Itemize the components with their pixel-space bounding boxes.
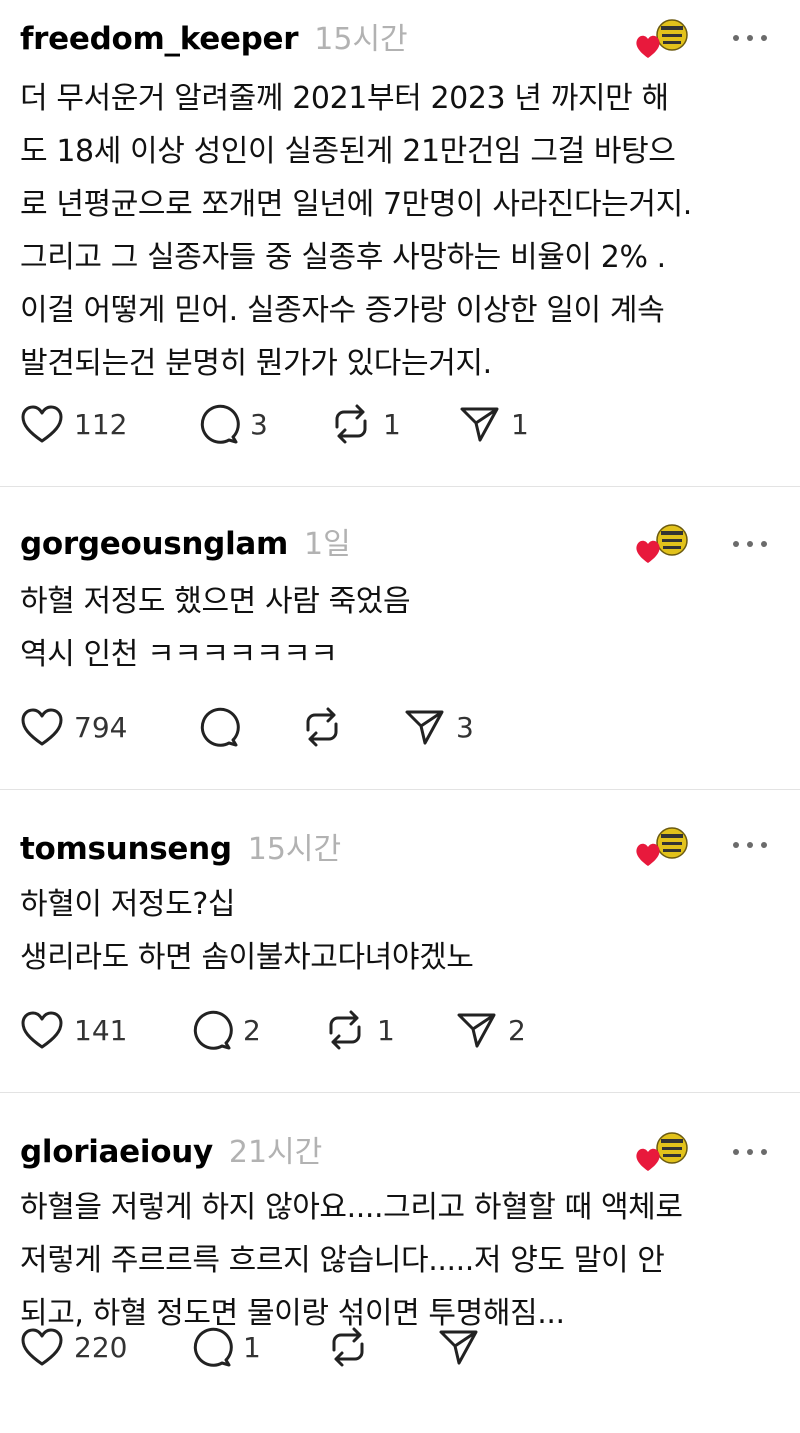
repost-button[interactable]: 1 <box>329 402 457 446</box>
liked-by-author-badge <box>636 19 688 58</box>
share-button[interactable]: 3 <box>402 705 474 749</box>
like-button[interactable]: 794 <box>20 707 196 747</box>
share-button[interactable] <box>436 1325 490 1369</box>
like-count: 141 <box>74 1013 128 1047</box>
liked-by-author-badge <box>636 827 688 866</box>
more-dots-icon <box>733 541 739 547</box>
username[interactable]: gloriaeiouy <box>20 1134 213 1170</box>
heart-outline-icon <box>21 1011 63 1049</box>
action-bar: 112 3 1 1 <box>20 402 529 446</box>
speech-bubble-icon <box>200 404 240 444</box>
post-header: gorgeousnglam 1일 <box>20 519 351 563</box>
repost-count: 1 <box>383 407 401 441</box>
share-button[interactable]: 1 <box>457 402 529 446</box>
reply-post[interactable]: gloriaeiouy 21시간 하혈을 저렇게 하지 않아요....그리고 하… <box>0 1093 800 1433</box>
repost-arrows-icon <box>329 1010 361 1050</box>
reply-button[interactable] <box>196 705 300 749</box>
post-header: freedom_keeper 15시간 <box>20 14 408 58</box>
timestamp: 15시간 <box>314 22 408 57</box>
reply-post[interactable]: gorgeousnglam 1일 하혈 저정도 했으면 사람 죽었음 역시 인천… <box>0 487 800 790</box>
reply-button[interactable]: 2 <box>189 1008 323 1052</box>
username[interactable]: gorgeousnglam <box>20 526 288 562</box>
more-dots-icon <box>733 1149 739 1155</box>
reply-count: 3 <box>250 407 268 441</box>
paper-plane-icon <box>457 1013 496 1048</box>
more-dots-icon <box>733 35 739 41</box>
share-count: 1 <box>511 407 529 441</box>
like-button[interactable]: 220 <box>20 1327 189 1367</box>
repost-arrows-icon <box>332 1327 364 1367</box>
paper-plane-icon <box>439 1330 478 1365</box>
username[interactable]: freedom_keeper <box>20 21 299 57</box>
paper-plane-icon <box>405 710 444 745</box>
repost-button[interactable]: 1 <box>323 1008 454 1052</box>
post-header: gloriaeiouy 21시간 <box>20 1127 322 1171</box>
like-count: 794 <box>74 710 128 744</box>
reply-button[interactable]: 3 <box>196 402 329 446</box>
reply-post[interactable]: freedom_keeper 15시간 더 무서운거 알려줄께 2021부터 2… <box>0 0 800 487</box>
action-bar: 141 2 1 2 <box>20 1008 526 1052</box>
repost-arrows-icon <box>335 404 367 444</box>
more-options-button[interactable] <box>733 539 767 549</box>
username[interactable]: tomsunseng <box>20 831 232 867</box>
like-button[interactable]: 141 <box>20 1010 189 1050</box>
more-options-button[interactable] <box>733 33 767 43</box>
speech-bubble-icon <box>193 1327 233 1367</box>
like-count: 220 <box>74 1330 128 1364</box>
speech-bubble-icon <box>193 1010 233 1050</box>
more-options-button[interactable] <box>733 1147 767 1157</box>
repost-button[interactable] <box>300 705 402 749</box>
more-dots-icon <box>733 842 739 848</box>
liked-by-author-badge <box>636 1132 688 1171</box>
share-button[interactable]: 2 <box>454 1008 526 1052</box>
reply-count: 2 <box>243 1013 261 1047</box>
more-options-button[interactable] <box>733 840 767 850</box>
reply-count: 1 <box>243 1330 261 1364</box>
reply-button[interactable]: 1 <box>189 1325 326 1369</box>
repost-count: 1 <box>377 1013 395 1047</box>
like-count: 112 <box>74 407 128 441</box>
action-bar: 794 3 <box>20 705 474 749</box>
reply-post[interactable]: tomsunseng 15시간 하혈이 저정도?십 생리라도 하면 솜이불차고다… <box>0 790 800 1093</box>
thread-feed: freedom_keeper 15시간 더 무서운거 알려줄께 2021부터 2… <box>0 0 800 1433</box>
post-header: tomsunseng 15시간 <box>20 824 341 868</box>
heart-outline-icon <box>21 708 63 746</box>
heart-outline-icon <box>21 1328 63 1366</box>
like-button[interactable]: 112 <box>20 404 196 444</box>
post-text: 더 무서운거 알려줄께 2021부터 2023 년 까지만 해 도 18세 이상… <box>20 81 692 381</box>
action-bar: 220 1 <box>20 1325 490 1369</box>
timestamp: 21시간 <box>228 1135 323 1170</box>
post-text: 하혈을 저렇게 하지 않아요....그리고 하혈할 때 액체로 저렇게 주르르륵… <box>20 1190 683 1331</box>
repost-arrows-icon <box>306 707 338 747</box>
liked-by-author-badge <box>636 524 688 563</box>
post-text: 하혈이 저정도?십 생리라도 하면 솜이불차고다녀야겠노 <box>20 887 474 975</box>
paper-plane-icon <box>460 407 499 442</box>
share-count: 3 <box>456 710 474 744</box>
speech-bubble-icon <box>200 707 240 747</box>
share-count: 2 <box>508 1013 526 1047</box>
post-text: 하혈 저정도 했으면 사람 죽었음 역시 인천 ㅋㅋㅋㅋㅋㅋㅋ <box>20 584 411 672</box>
repost-button[interactable] <box>326 1325 436 1369</box>
timestamp: 1일 <box>304 527 351 562</box>
heart-outline-icon <box>21 405 63 443</box>
timestamp: 15시간 <box>247 832 342 867</box>
